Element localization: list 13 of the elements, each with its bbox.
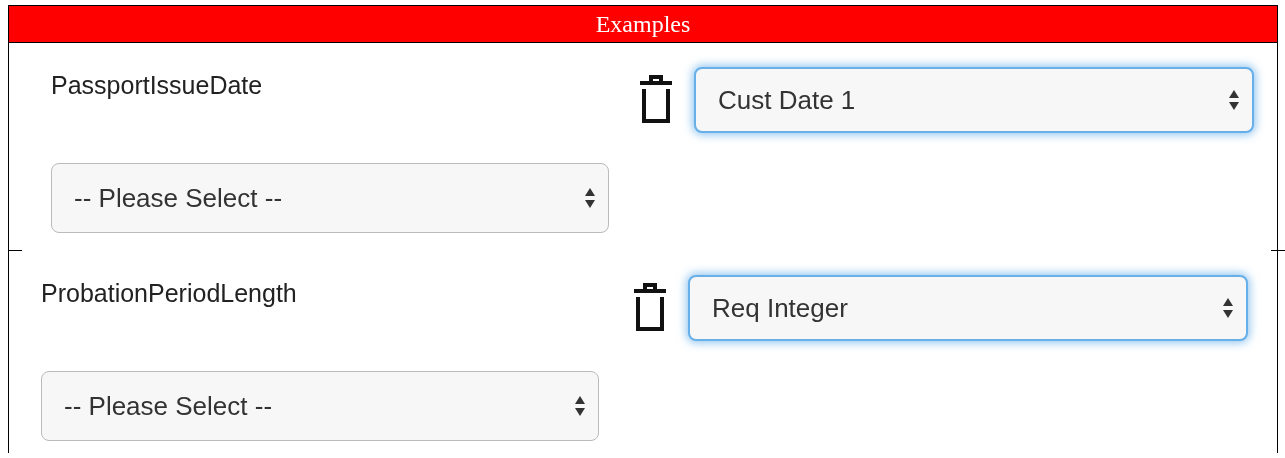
trash-icon[interactable] — [639, 75, 673, 125]
updown-caret-icon — [574, 395, 586, 417]
updown-caret-icon — [1222, 297, 1234, 319]
field-label: ProbationPeriodLength — [41, 278, 298, 308]
trash-icon[interactable] — [633, 283, 667, 333]
updown-caret-icon — [584, 187, 596, 209]
dropdown[interactable]: Req Integer — [688, 275, 1248, 341]
updown-caret-icon — [1228, 89, 1240, 111]
field-label: PassportIssueDate — [51, 70, 264, 100]
dropdown[interactable]: -- Please Select -- — [41, 371, 599, 441]
dropdown[interactable]: -- Please Select -- — [51, 163, 609, 233]
panel-title: Examples — [9, 6, 1277, 43]
dropdown[interactable]: Cust Date 1 — [694, 67, 1254, 133]
